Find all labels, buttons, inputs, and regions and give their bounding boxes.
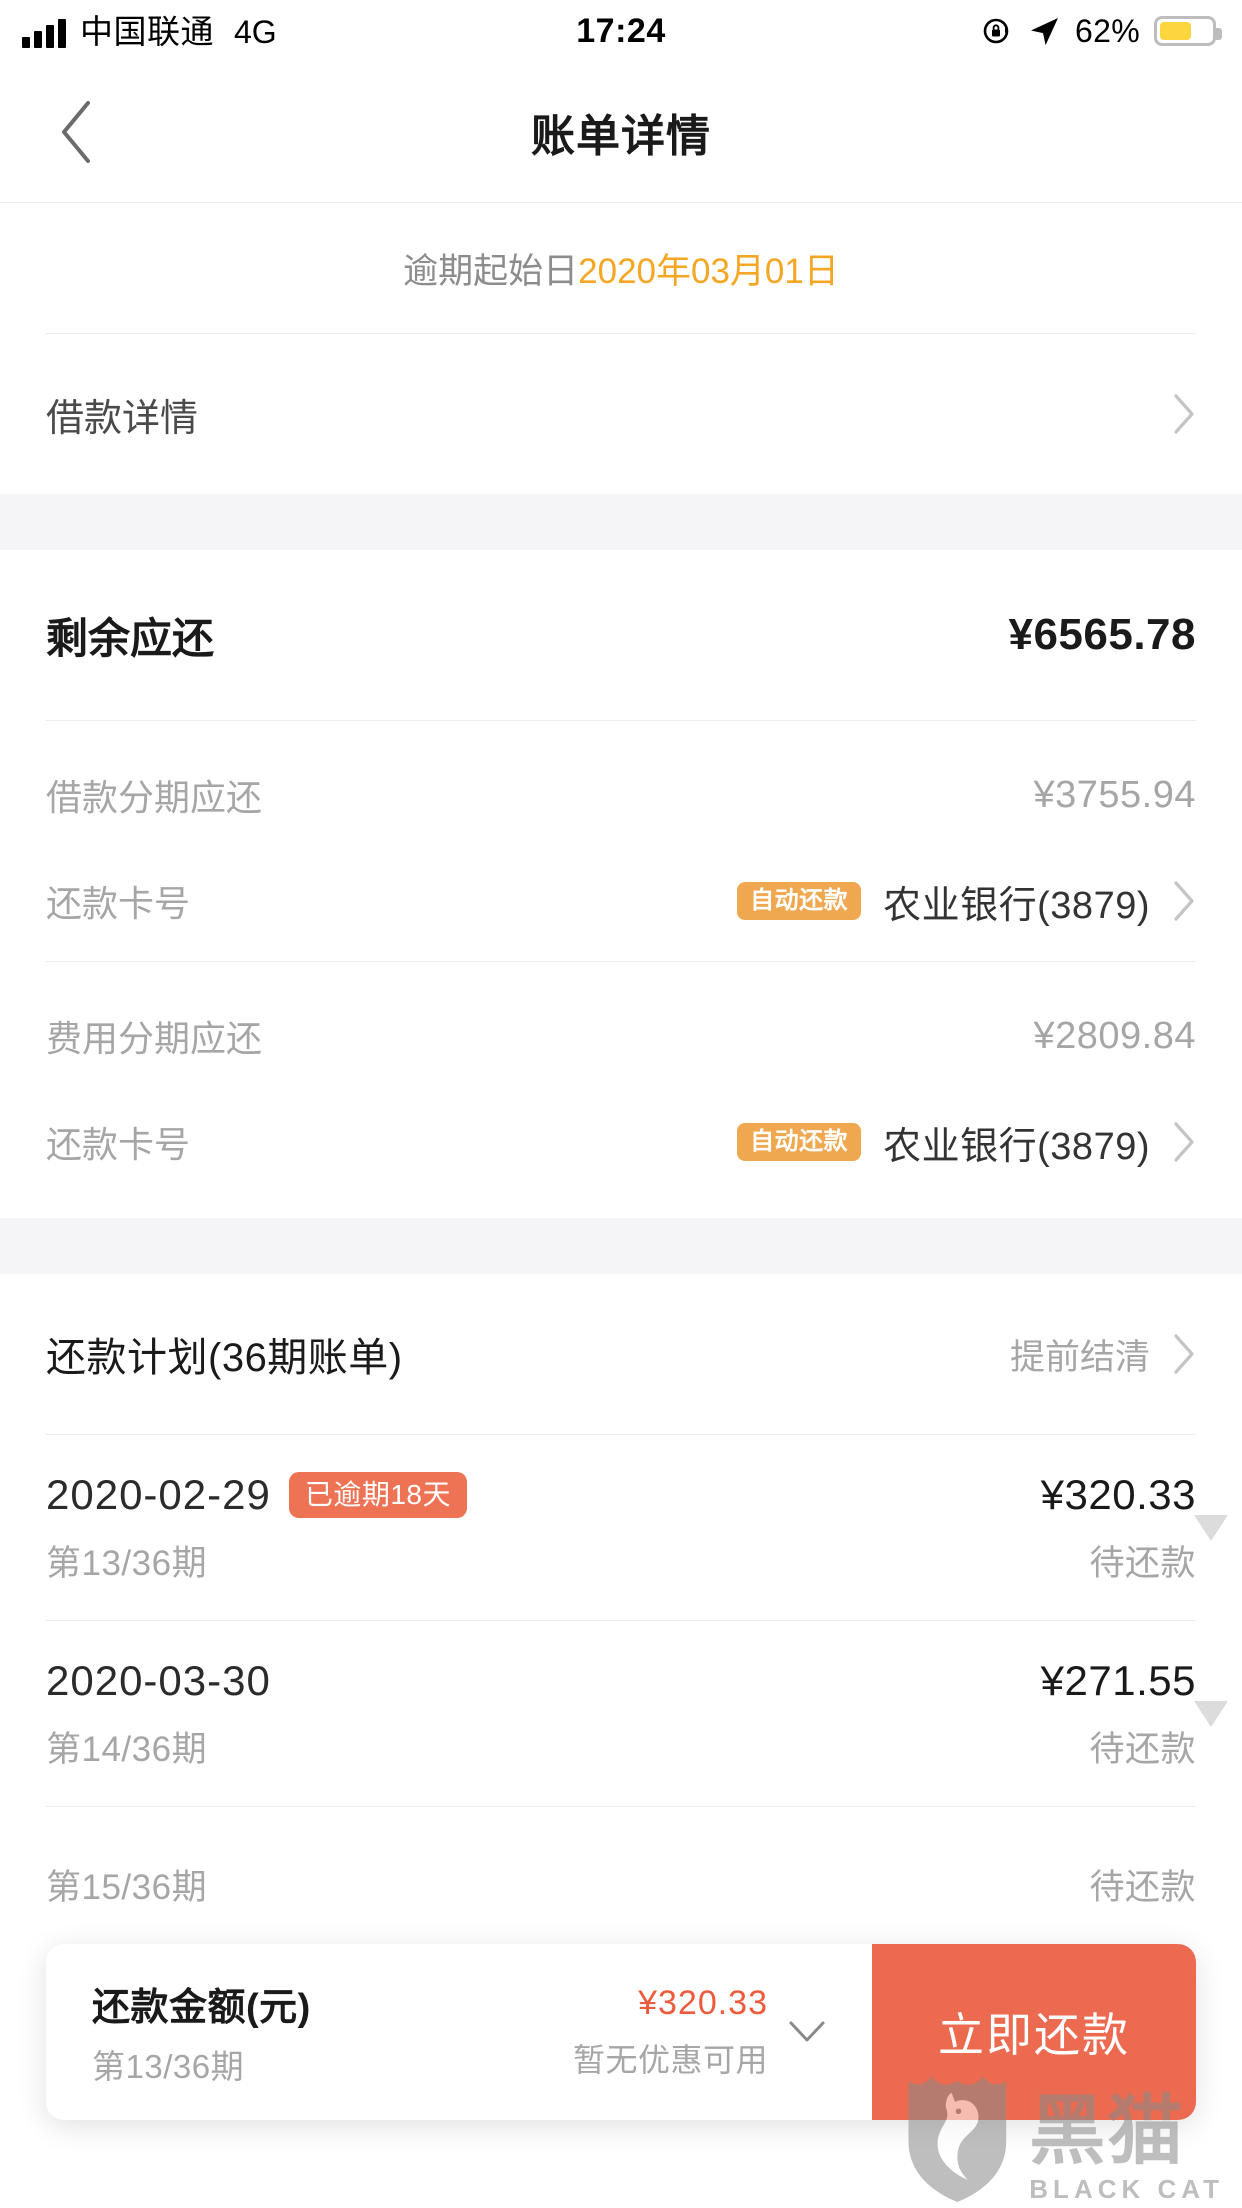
fee-installment-amount: ¥2809.84 [1033,1014,1196,1057]
status-bar: 中国联通 4G 17:24 62% [0,0,1242,62]
battery-icon [1154,16,1222,46]
installment-term: 第13/36期 [46,1544,208,1583]
installment-term: 第15/36期 [46,1868,208,1907]
chevron-left-icon [62,101,90,163]
back-button[interactable] [36,92,116,172]
installment-term: 第14/36期 [46,1730,208,1769]
installment-amount: ¥271.55 [1040,1657,1196,1704]
fee-installment-amount-row: 费用分期应还 ¥2809.84 [0,962,1242,1082]
chevron-right-icon [1172,1120,1196,1164]
auto-repay-badge: 自动还款 [737,1123,862,1161]
repayment-plan-title: 还款计划(36期账单) [46,1336,403,1380]
chevron-down-icon[interactable] [776,2019,838,2045]
battery-percentage-label: 62% [1075,12,1140,49]
installment-due-date: 2020-03-30 [46,1657,271,1704]
pay-now-button[interactable]: 立即还款 [872,1944,1196,2120]
installment-row[interactable]: 第15/36期 待还款 [0,1807,1242,1944]
loan-repay-card-label: 还款卡号 [46,883,191,924]
early-settlement-link[interactable]: 提前结清 [1010,1329,1150,1380]
repayment-amount-info: 还款金额(元) 第13/36期 [92,1976,311,2088]
loan-repay-card-row[interactable]: 还款卡号 自动还款 农业银行(3879) [0,841,1242,961]
coupon-status-label: 暂无优惠可用 [572,2041,768,2078]
auto-repay-badge: 自动还款 [737,882,862,920]
page-title: 账单详情 [531,112,711,161]
overdue-start-date: 2020年03月01日 [578,251,839,291]
remaining-total-amount: ¥6565.78 [1008,610,1196,659]
chevron-right-icon [1172,1332,1196,1376]
loan-detail-row[interactable]: 借款详情 [0,334,1242,494]
overdue-start-notice: 逾期起始日 2020年03月01日 [0,203,1242,333]
chevron-right-icon [1172,392,1196,436]
remaining-total-label: 剩余应还 [46,614,215,662]
rotation-lock-icon [981,15,1013,47]
installment-row[interactable]: 2020-02-29 已逾期18天 ¥320.33 第13/36期 待还款 [0,1435,1242,1620]
installment-amount: ¥320.33 [1040,1471,1196,1518]
loan-repay-bank-name: 农业银行(3879) [883,884,1150,927]
repayment-amount-label: 还款金额(元) [92,1987,311,2029]
loan-detail-label: 借款详情 [46,397,199,440]
fee-repay-card-label: 还款卡号 [46,1124,191,1165]
section-gap-1 [0,494,1242,550]
expand-triangle-icon[interactable] [1194,1514,1228,1541]
fee-repay-bank-name: 农业银行(3879) [883,1125,1150,1168]
installment-status: 待还款 [1089,1544,1196,1583]
expand-triangle-icon[interactable] [1194,1700,1228,1727]
loan-installment-amount-row: 借款分期应还 ¥3755.94 [0,721,1242,841]
remaining-total-row: 剩余应还 ¥6565.78 [0,550,1242,720]
loan-installment-label: 借款分期应还 [46,777,263,818]
watermark-en-text: BLACK CAT [1029,2174,1224,2204]
status-bar-right: 62% [981,12,1222,50]
fee-installment-label: 费用分期应还 [46,1018,263,1059]
repayment-plan-section: 还款计划(36期账单) 提前结清 2020-02-29 已逾期18天 ¥320.… [0,1274,1242,1944]
overdue-start-label: 逾期起始日 [403,251,579,291]
installment-due-date: 2020-02-29 [46,1471,271,1518]
navigation-bar: 账单详情 [0,62,1242,202]
installment-status: 待还款 [1089,1868,1196,1907]
repayment-amount-value: ¥320.33 [638,1983,768,2022]
chevron-right-icon [1172,879,1196,923]
summary-section: 剩余应还 ¥6565.78 借款分期应还 ¥3755.94 还款卡号 自动还款 … [0,550,1242,1202]
repayment-amount-values: ¥320.33 暂无优惠可用 [573,1984,776,2081]
installment-status: 待还款 [1089,1730,1196,1769]
loan-installment-amount: ¥3755.94 [1033,773,1196,816]
loan-detail-section: 借款详情 [0,334,1242,494]
repayment-plan-header-row[interactable]: 还款计划(36期账单) 提前结清 [0,1274,1242,1434]
repayment-amount-selector[interactable]: 还款金额(元) 第13/36期 ¥320.33 暂无优惠可用 [46,1944,872,2120]
fee-repay-card-row[interactable]: 还款卡号 自动还款 农业银行(3879) [0,1082,1242,1202]
repayment-term-label: 第13/36期 [92,2048,245,2085]
location-arrow-icon [1027,14,1061,48]
installment-row[interactable]: 2020-03-30 ¥271.55 第14/36期 待还款 [0,1621,1242,1806]
section-gap-2 [0,1218,1242,1274]
overdue-days-badge: 已逾期18天 [288,1472,467,1518]
repayment-action-bar: 还款金额(元) 第13/36期 ¥320.33 暂无优惠可用 立即还款 [46,1944,1196,2120]
